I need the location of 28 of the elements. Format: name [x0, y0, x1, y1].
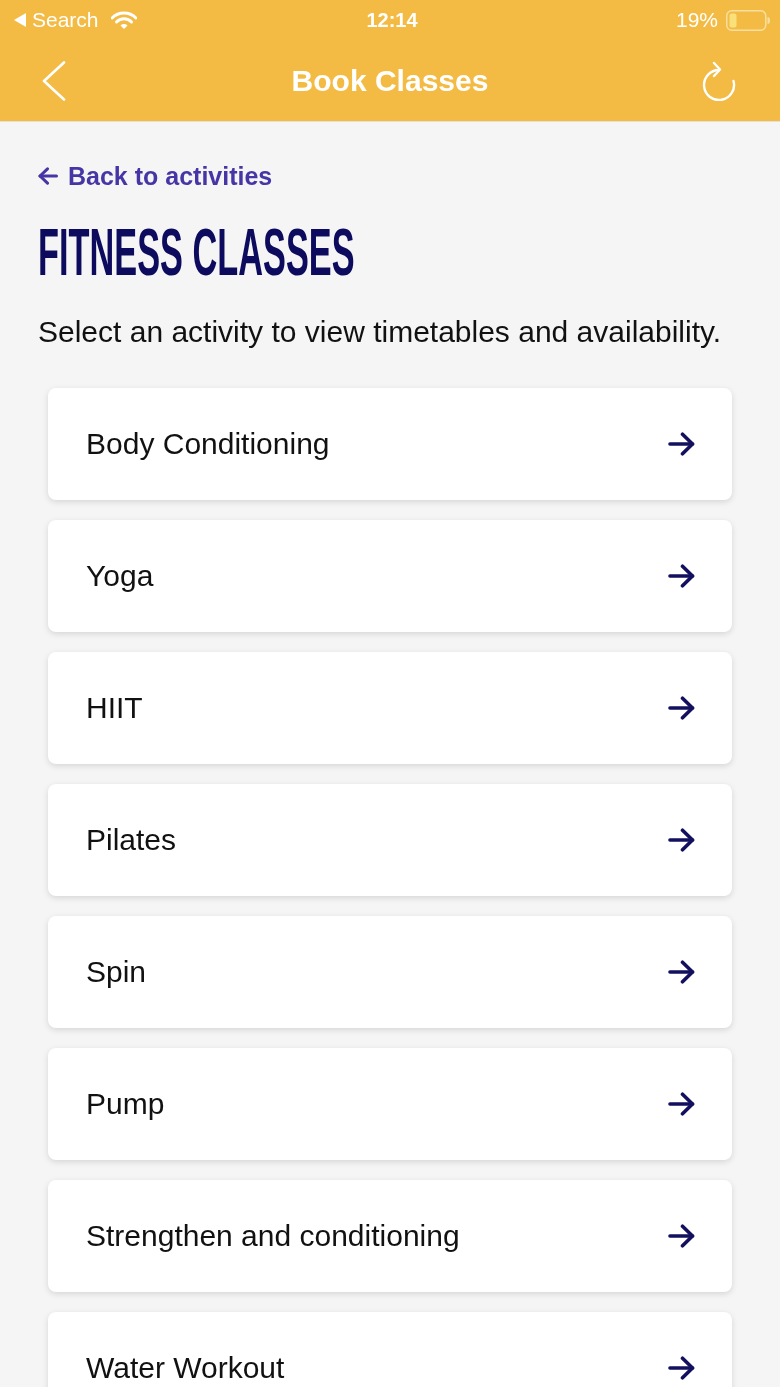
arrow-right-icon	[668, 1224, 695, 1248]
arrow-right-icon	[668, 1356, 695, 1380]
arrow-right-icon	[668, 564, 695, 588]
activity-card[interactable]: Pilates	[48, 784, 732, 896]
activity-card[interactable]: Body Conditioning	[48, 388, 732, 500]
back-to-activities-link[interactable]: Back to activities	[38, 162, 273, 190]
arrow-left-icon	[38, 167, 58, 185]
activity-card[interactable]: Pump	[48, 1048, 732, 1160]
status-time: 12:14	[366, 8, 418, 32]
wifi-icon	[110, 10, 137, 30]
back-icon[interactable]	[42, 60, 66, 101]
page-title: Book Classes	[291, 63, 489, 98]
activity-card[interactable]: Yoga	[48, 520, 732, 632]
battery-percent: 19%	[675, 8, 718, 32]
activity-card[interactable]: Water Workout	[48, 1312, 732, 1387]
activity-card[interactable]: Spin	[48, 916, 732, 1028]
section-heading: FITNESS CLASSES	[38, 219, 355, 285]
back-triangle-icon[interactable]	[14, 13, 26, 27]
arrow-right-icon	[668, 696, 695, 720]
arrow-right-icon	[668, 960, 695, 984]
intro-text: Select an activity to view timetables and availability.	[38, 314, 723, 350]
arrow-right-icon	[668, 1092, 695, 1116]
activity-card[interactable]: HIIT	[48, 652, 732, 764]
arrow-right-icon	[668, 828, 695, 852]
activity-card[interactable]: Strengthen and conditioning	[48, 1180, 732, 1292]
refresh-icon[interactable]	[700, 60, 738, 101]
arrow-right-icon	[668, 432, 695, 456]
battery-icon	[726, 9, 770, 31]
